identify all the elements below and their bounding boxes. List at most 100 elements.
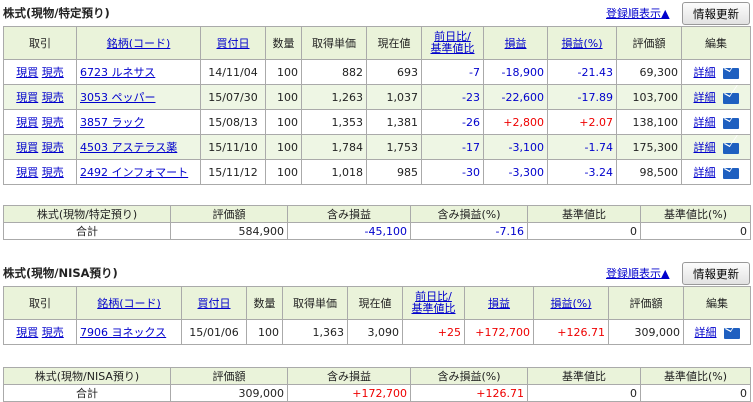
table-row: 現買 現売 3053 ペッパー 15/07/30 100 1,263 1,037 -23 -2…	[3, 84, 751, 110]
summary-header: 含み損益(%)	[410, 205, 528, 223]
mail-icon[interactable]	[722, 167, 739, 179]
mail-icon[interactable]	[722, 92, 739, 104]
column-header[interactable]: 前日比/ 基準値比	[402, 286, 465, 320]
sort-order-link-nisa[interactable]: 登録順表示▲	[606, 265, 669, 281]
sell-link[interactable]: 現売	[42, 141, 64, 154]
price-change: -17	[421, 134, 484, 160]
detail-link[interactable]: 詳細	[694, 91, 716, 104]
trade-cell: 現買 現売	[3, 109, 77, 135]
buy-link[interactable]: 現買	[16, 66, 38, 79]
column-header[interactable]: 銘柄(コード)	[76, 26, 201, 60]
stock-name-cell: 4503 アステラス薬	[76, 134, 201, 160]
profit-loss-pct: -1.74	[547, 134, 617, 160]
refresh-button-nisa[interactable]: 情報更新	[682, 262, 750, 285]
buy-link[interactable]: 現買	[16, 326, 38, 339]
sell-link[interactable]: 現売	[42, 66, 64, 79]
table-row: 現買 現売 7906 ヨネックス 15/01/06 100 1,363 3,090 +25 +…	[3, 319, 751, 345]
section-title-nisa: 株式(現物/NISA預り)	[3, 266, 118, 280]
column-header[interactable]: 損益	[464, 286, 534, 320]
detail-link[interactable]: 詳細	[695, 326, 717, 339]
valuation: 98,500	[616, 159, 682, 185]
stock-name-link[interactable]: 3053 ペッパー	[80, 91, 156, 104]
profit-loss-pct: -21.43	[547, 59, 617, 85]
mail-icon[interactable]	[722, 67, 739, 79]
column-header[interactable]: 損益(%)	[547, 26, 617, 60]
stock-name-link[interactable]: 2492 インフォマート	[80, 166, 188, 179]
column-header: 現在値	[366, 26, 422, 60]
price-change: -26	[421, 109, 484, 135]
summary-header: 基準値比(%)	[640, 205, 751, 223]
stock-name-link[interactable]: 6723 ルネサス	[80, 66, 155, 79]
buy-date: 15/07/30	[200, 84, 266, 110]
cost-price: 882	[301, 59, 367, 85]
profit-loss: +2,800	[483, 109, 548, 135]
buy-date: 15/11/12	[200, 159, 266, 185]
buy-link[interactable]: 現買	[16, 166, 38, 179]
summary-total-label: 合計	[3, 384, 171, 402]
summary-value: 0	[640, 222, 751, 240]
valuation: 309,000	[608, 319, 684, 345]
column-header: 現在値	[347, 286, 403, 320]
mail-icon[interactable]	[723, 327, 740, 339]
profit-loss: -18,900	[483, 59, 548, 85]
detail-link[interactable]: 詳細	[694, 141, 716, 154]
valuation: 69,300	[616, 59, 682, 85]
profit-loss-pct: -3.24	[547, 159, 617, 185]
stock-name-cell: 7906 ヨネックス	[76, 319, 182, 345]
detail-link[interactable]: 詳細	[694, 116, 716, 129]
summary-label: 株式(現物/特定預り)	[3, 205, 171, 223]
column-header[interactable]: 前日比/ 基準値比	[421, 26, 484, 60]
sell-link[interactable]: 現売	[42, 91, 64, 104]
column-header[interactable]: 損益(%)	[533, 286, 609, 320]
sell-link[interactable]: 現売	[42, 116, 64, 129]
column-header[interactable]: 買付日	[200, 26, 266, 60]
mail-icon[interactable]	[722, 117, 739, 129]
current-price: 1,037	[366, 84, 422, 110]
column-header: 取得単価	[301, 26, 367, 60]
detail-link[interactable]: 詳細	[694, 166, 716, 179]
summary-value: 0	[527, 222, 641, 240]
profit-loss-pct: +126.71	[533, 319, 609, 345]
stock-name-link[interactable]: 3857 ラック	[80, 116, 145, 129]
price-change: -7	[421, 59, 484, 85]
quantity: 100	[265, 134, 302, 160]
refresh-button[interactable]: 情報更新	[682, 2, 750, 25]
valuation: 103,700	[616, 84, 682, 110]
edit-cell: 詳細	[681, 109, 751, 135]
cost-price: 1,353	[301, 109, 367, 135]
sell-link[interactable]: 現売	[42, 326, 64, 339]
buy-link[interactable]: 現買	[16, 91, 38, 104]
profit-loss: -22,600	[483, 84, 548, 110]
cost-price: 1,263	[301, 84, 367, 110]
stock-name-link[interactable]: 4503 アステラス薬	[80, 141, 177, 154]
price-change: -23	[421, 84, 484, 110]
current-price: 693	[366, 59, 422, 85]
summary-value: +172,700	[287, 384, 411, 402]
trade-cell: 現買 現売	[3, 84, 77, 110]
edit-cell: 詳細	[681, 59, 751, 85]
price-change: -30	[421, 159, 484, 185]
buy-link[interactable]: 現買	[16, 116, 38, 129]
stock-name-link[interactable]: 7906 ヨネックス	[80, 326, 166, 339]
summary-header: 基準値比	[527, 205, 641, 223]
summary-header: 含み損益(%)	[410, 367, 528, 385]
mail-icon[interactable]	[722, 142, 739, 154]
valuation: 138,100	[616, 109, 682, 135]
column-header[interactable]: 買付日	[181, 286, 247, 320]
holdings-table-specific: 取引 銘柄(コード) 買付日 数量 取得単価 現在値 前日比/ 基準値比 損益 損益(%) 評価額…	[3, 26, 751, 185]
summary-table-specific: 株式(現物/特定預り) 評価額 含み損益 含み損益(%) 基準値比 基準値比(%) 合計 58…	[3, 205, 751, 240]
stock-name-cell: 3857 ラック	[76, 109, 201, 135]
summary-value: +126.71	[410, 384, 528, 402]
buy-date: 15/11/10	[200, 134, 266, 160]
column-header: 数量	[246, 286, 283, 320]
sell-link[interactable]: 現売	[42, 166, 64, 179]
column-header[interactable]: 銘柄(コード)	[76, 286, 182, 320]
quantity: 100	[246, 319, 283, 345]
column-header[interactable]: 損益	[483, 26, 548, 60]
column-header: 編集	[683, 286, 751, 320]
current-price: 1,381	[366, 109, 422, 135]
sort-order-link[interactable]: 登録順表示▲	[606, 5, 669, 21]
buy-link[interactable]: 現買	[16, 141, 38, 154]
quantity: 100	[265, 59, 302, 85]
detail-link[interactable]: 詳細	[694, 66, 716, 79]
